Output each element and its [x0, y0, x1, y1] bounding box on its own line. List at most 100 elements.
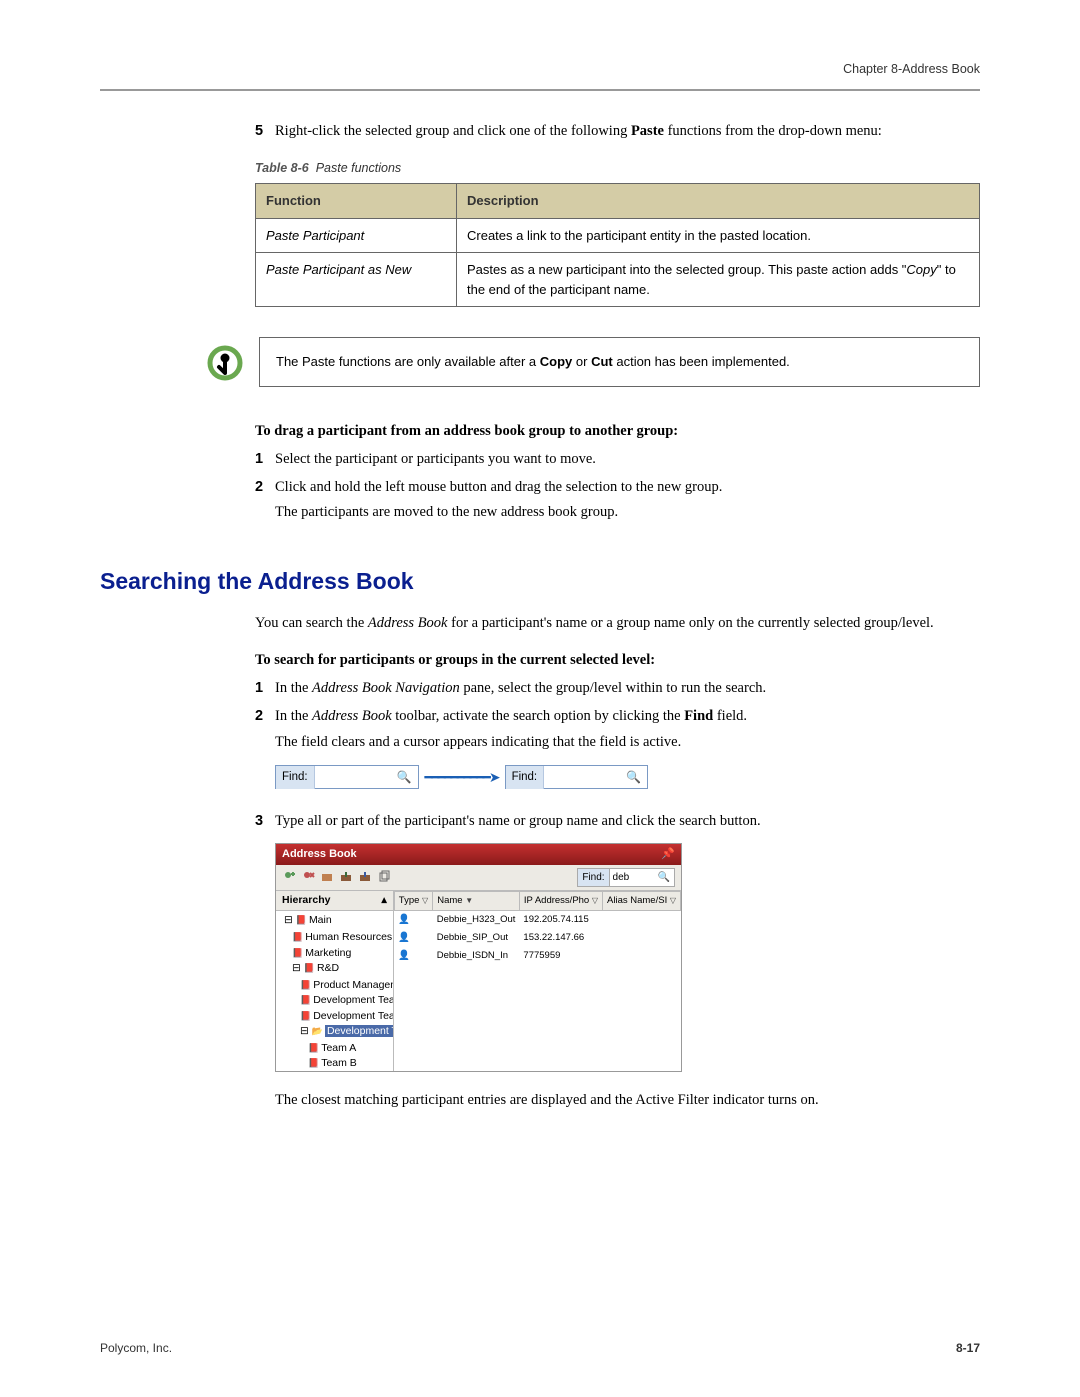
find-illustration: Find: 🔍 ━━━━━━━━━━➤ Find: 🔍: [275, 765, 980, 789]
cell-ip: 7775959: [519, 947, 602, 965]
tree-item[interactable]: 📕Development Team 2: [300, 1009, 393, 1024]
text: The participants are moved to the new ad…: [275, 502, 980, 524]
tree-header: Hierarchy▴: [276, 891, 393, 912]
filter-icon[interactable]: ▼: [465, 896, 473, 905]
table-row[interactable]: 👤 Debbie_H323_Out 192.205.74.115: [394, 910, 680, 929]
content: 5 Right-click the selected group and cli…: [255, 121, 980, 1112]
func-name: Paste Participant: [256, 218, 457, 253]
tree-item[interactable]: 📕Marketing: [292, 946, 393, 961]
toolbar: Find: 🔍: [276, 865, 681, 891]
text: toolbar, activate the search option by c…: [392, 708, 685, 724]
table-row[interactable]: 👤 Debbie_ISDN_In 7775959: [394, 947, 680, 965]
export-icon[interactable]: [358, 870, 372, 884]
col-name[interactable]: Name ▼: [433, 891, 520, 910]
text: pane, select the group/level within to r…: [460, 680, 766, 696]
section-heading: Searching the Address Book: [100, 564, 980, 599]
footer-right: 8-17: [956, 1339, 980, 1357]
address-book-body: Hierarchy▴ ⊟ 📕Main 📕Human Resources 📕Mar…: [276, 891, 681, 1071]
closing-paragraph: The closest matching participant entries…: [275, 1090, 980, 1112]
step-body: In the Address Book toolbar, activate th…: [275, 706, 980, 806]
text: The field clears and a cursor appears in…: [275, 732, 980, 754]
filter-icon[interactable]: ▽: [670, 896, 676, 905]
paste-functions-table: Function Description Paste Participant C…: [255, 183, 980, 307]
folder-icon: 📕: [296, 915, 307, 925]
text: The Paste functions are only available a…: [276, 354, 540, 369]
arrow-icon: ━━━━━━━━━━➤: [425, 767, 499, 788]
step-number: 5: [255, 121, 275, 143]
tree-item[interactable]: ⊟ 📕R&D 📕Product Management 📕Development …: [292, 961, 393, 1071]
search-heading: To search for participants or groups in …: [255, 650, 980, 672]
text: Type all or part of the participant's na…: [275, 811, 980, 833]
cell-name: Debbie_H323_Out: [433, 910, 520, 929]
step-body: Type all or part of the participant's na…: [275, 811, 980, 1111]
page: Chapter 8-Address Book 5 Right-click the…: [0, 0, 1080, 1397]
find-box-after: Find: 🔍: [505, 765, 649, 789]
search-step-2: 2 In the Address Book toolbar, activate …: [255, 706, 980, 806]
tree-label-selected: Development Team 3: [325, 1025, 394, 1037]
text: for a participant's name or a group name…: [448, 615, 934, 631]
table-row: Paste Participant as New Pastes as a new…: [256, 253, 980, 307]
tree-item[interactable]: 📕Team A: [308, 1041, 393, 1056]
italic: Address Book: [312, 708, 392, 724]
tree-item[interactable]: 📕Development Team 1: [300, 993, 393, 1008]
group-icon[interactable]: [320, 870, 334, 884]
col-label: Alias Name/SI: [607, 895, 667, 906]
step-body: Right-click the selected group and click…: [275, 121, 980, 143]
step-body: In the Address Book Navigation pane, sel…: [275, 678, 980, 700]
cell-name: Debbie_ISDN_In: [433, 947, 520, 965]
folder-icon: 📕: [300, 1011, 311, 1021]
table-row: Paste Participant Creates a link to the …: [256, 218, 980, 253]
search-step-3: 3 Type all or part of the participant's …: [255, 811, 980, 1111]
intro-paragraph: You can search the Address Book for a pa…: [255, 613, 980, 635]
tree-item[interactable]: ⊟ 📕Main 📕Human Resources 📕Marketing ⊟ 📕R…: [284, 913, 393, 1070]
results-table: Type ▽ Name ▼ IP Address/Pho ▽ Alias Nam…: [394, 891, 681, 1071]
tree-item[interactable]: 📕Human Resources: [292, 930, 393, 945]
delete-user-icon[interactable]: [301, 870, 315, 884]
col-description: Description: [457, 184, 980, 219]
add-user-icon[interactable]: [282, 870, 296, 884]
folder-icon: 📕: [304, 963, 315, 973]
search-icon[interactable]: 🔍: [391, 768, 418, 786]
import-icon[interactable]: [339, 870, 353, 884]
search-icon[interactable]: 🔍: [654, 870, 674, 885]
col-alias[interactable]: Alias Name/SI ▽: [603, 891, 681, 910]
table-row[interactable]: 👤 Debbie_SIP_Out 153.22.147.66: [394, 929, 680, 947]
find-input[interactable]: [315, 768, 391, 786]
cell-name: Debbie_SIP_Out: [433, 929, 520, 947]
folder-icon: 📕: [308, 1043, 319, 1053]
find-input[interactable]: [544, 768, 620, 786]
page-footer: Polycom, Inc. 8-17: [100, 1339, 980, 1357]
filter-icon[interactable]: ▽: [422, 896, 428, 905]
tree-item[interactable]: 📕Team B: [308, 1056, 393, 1070]
step-body: Select the participant or participants y…: [275, 449, 980, 471]
text: field.: [713, 708, 747, 724]
find-label: Find:: [578, 869, 609, 886]
text: In the: [275, 680, 312, 696]
tree-item[interactable]: 📕Product Management: [300, 978, 393, 993]
text: or: [572, 354, 591, 369]
search-icon[interactable]: 🔍: [620, 768, 647, 786]
filter-icon[interactable]: ▽: [592, 896, 598, 905]
tree-item[interactable]: ⊟ 📂Development Team 3 📕Team A 📕Team B: [300, 1024, 393, 1071]
step-number: 2: [255, 477, 275, 529]
col-type[interactable]: Type ▽: [394, 891, 432, 910]
step-number: 1: [255, 449, 275, 471]
drag-step-1: 1 Select the participant or participants…: [255, 449, 980, 471]
folder-icon: 📕: [308, 1058, 319, 1068]
collapse-icon[interactable]: ▴: [382, 893, 387, 909]
table-label: Table 8-6: [255, 161, 309, 175]
func-desc: Pastes as a new participant into the sel…: [457, 253, 980, 307]
pin-icon[interactable]: 📌: [661, 846, 675, 863]
find-box-before: Find: 🔍: [275, 765, 419, 789]
cell-ip: 153.22.147.66: [519, 929, 602, 947]
tree-label: Development Team 1: [313, 994, 394, 1006]
window-titlebar: Address Book📌: [276, 844, 681, 865]
func-desc: Creates a link to the participant entity…: [457, 218, 980, 253]
copy-icon[interactable]: [377, 870, 391, 884]
cell-ip: 192.205.74.115: [519, 910, 602, 929]
text: Right-click the selected group and click…: [275, 123, 631, 139]
type-icon: 👤: [394, 910, 432, 929]
col-ip[interactable]: IP Address/Pho ▽: [519, 891, 602, 910]
find-input[interactable]: [610, 871, 654, 884]
tree-label: Main: [309, 914, 332, 926]
